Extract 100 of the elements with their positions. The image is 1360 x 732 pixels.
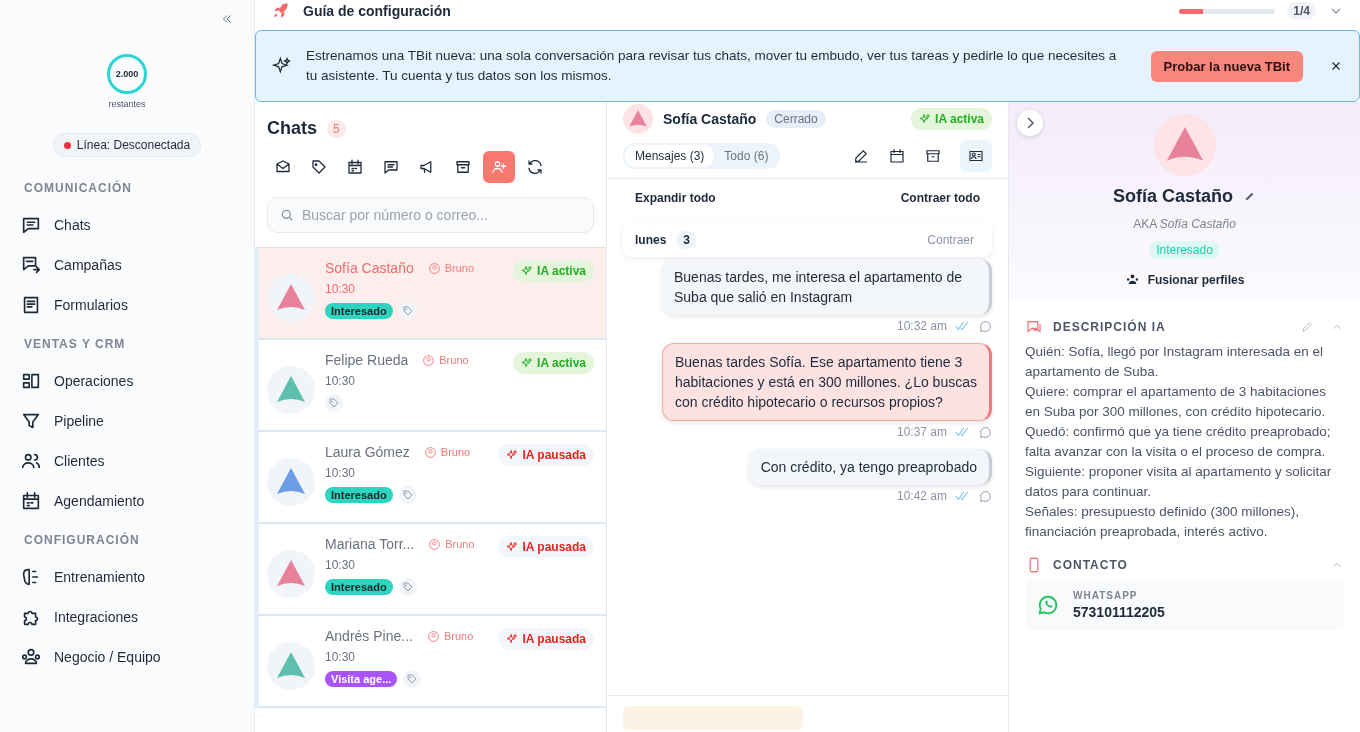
message-time: 10:42 am: [896, 489, 947, 503]
contact-name: Sofía Castaño: [325, 260, 414, 276]
contact-name: Sofía Castaño: [663, 111, 757, 127]
phone-number: 573101112205: [1073, 604, 1165, 620]
day-label: lunes: [635, 233, 667, 247]
profile-name: Sofía Castaño: [1113, 186, 1233, 207]
chat-time: 10:30: [325, 558, 357, 572]
ai-status-badge: IA activa: [513, 352, 594, 374]
avatar-icon: [267, 642, 315, 690]
description-text: Quedó: confirmó que ya tiene crédito preaprobado; falta avanzar con la visita o el proceso de compra.: [1025, 423, 1332, 461]
chat-arrow-icon: [20, 254, 42, 276]
status-tag: Visita age...: [325, 671, 398, 687]
double-check-icon: [955, 491, 971, 501]
description-text: Quiere: comprar el apartamento de 3 habitaciones en Suba por 300 millones, con crédito hipotecario.: [1025, 383, 1327, 421]
search-field[interactable]: Buscar por número o correo...: [267, 197, 594, 233]
avatar-icon: [1153, 114, 1216, 176]
contact-name: Laura Gómez: [325, 444, 410, 460]
calendar-icon[interactable]: [888, 147, 906, 165]
calendar-icon: [20, 490, 42, 512]
team-icon: [1124, 272, 1140, 287]
contact-name: Andrés Pine...: [325, 628, 413, 644]
chats-title: Chats: [267, 118, 317, 139]
setup-guide-title[interactable]: Guía de configuración: [303, 3, 451, 19]
message-bubble: Con crédito, ya tengo preaprobado: [748, 449, 992, 485]
chat-icon: [1025, 318, 1043, 336]
section-title: DESCRIPCIÓN IA: [1053, 320, 1166, 334]
status-tag: Interesado: [1149, 241, 1220, 259]
ai-status-badge: IA activa: [911, 108, 992, 130]
contact-card-icon[interactable]: [960, 140, 992, 172]
nav-item[interactable]: Agendamiento: [20, 481, 254, 521]
chat-time: 10:30: [325, 374, 357, 388]
message-time: 10:37 am: [896, 425, 947, 439]
status-tag: Interesado: [325, 487, 393, 503]
nav-item[interactable]: Operaciones: [20, 361, 254, 401]
nav-item[interactable]: Clientes: [20, 441, 254, 481]
status-badge: Cerrado: [766, 110, 826, 128]
collapse-all-button[interactable]: Contraer todo: [900, 191, 980, 205]
edit-icon[interactable]: [852, 147, 870, 165]
pencil-icon[interactable]: [1243, 190, 1256, 203]
chat-icon: [382, 158, 400, 176]
chat-time: 10:30: [325, 466, 357, 480]
tab[interactable]: Mensajes (3): [625, 145, 715, 167]
day-count: 3: [676, 231, 698, 249]
archive-icon[interactable]: [924, 147, 942, 165]
user-plus-icon: [490, 158, 508, 176]
try-button[interactable]: Probar la nueva TBit: [1150, 50, 1303, 82]
chat-time: 10:30: [325, 650, 357, 664]
agent-label: Bruno: [444, 262, 475, 274]
contact-name: Felipe Rueda: [325, 352, 409, 368]
message-bubble: Buenas tardes Sofía. Ese apartamento tiene 3 habitaciones y está en 300 millones. ¿Lo buscas con crédito hipotecario o recursos propios?: [662, 343, 992, 421]
section-title: VENTAS Y CRM: [24, 337, 127, 351]
collapse-icon[interactable]: [220, 12, 234, 26]
calendar-icon: [346, 158, 364, 176]
avatar-icon: [267, 550, 315, 598]
double-check-icon: [955, 427, 971, 437]
ai-status-badge: IA pausada: [498, 536, 594, 558]
nav-item[interactable]: Chats: [20, 205, 254, 245]
avatar-icon: [267, 458, 315, 506]
section-title: CONTACTO: [1053, 558, 1128, 572]
archive-icon: [454, 158, 472, 176]
progress-count: 1/4: [1287, 2, 1316, 20]
banner-text: Estrenamos una TBit nueva: una sola conversación para revisar tus chats, mover tu embudo, ver tus tareas y pedirle lo que necesites a tu asistente. Tu cuenta y tus datos son los mismos.: [306, 47, 1118, 85]
description-text: Siguiente: proponer visita al apartamento y solicitar datos para continuar.: [1025, 463, 1333, 501]
avatar-icon: [623, 104, 653, 134]
expand-all-button[interactable]: Expandir todo: [635, 191, 716, 205]
avatar-icon: [267, 366, 315, 414]
chat-time: 10:30: [325, 282, 357, 296]
sparkles-icon: [272, 56, 292, 76]
nav-item[interactable]: Pipeline: [20, 401, 254, 441]
refresh-icon: [526, 158, 544, 176]
tag-icon[interactable]: [398, 486, 417, 504]
avatar-icon: [267, 274, 315, 322]
ai-status-badge: IA pausada: [498, 628, 594, 650]
agent-label: Bruno: [445, 538, 475, 550]
nav-item[interactable]: Campañas: [20, 245, 254, 285]
chevron-right-icon[interactable]: [1017, 110, 1043, 136]
status-tag: Interesado: [325, 579, 393, 595]
ai-status-badge: IA activa: [513, 260, 594, 282]
alias-text: AKA Sofía Castaño: [1133, 217, 1236, 231]
merge-profiles-button[interactable]: Fusionar perfiles: [1118, 271, 1251, 288]
status-tag: Interesado: [325, 303, 393, 319]
agent-label: Bruno: [439, 354, 469, 366]
nav-item[interactable]: Entrenamiento: [20, 557, 254, 597]
agent-label: Bruno: [443, 630, 474, 642]
section-title: CONFIGURACIÓN: [24, 533, 141, 547]
credits-ring: 2.000: [107, 54, 147, 94]
nav-item[interactable]: Integraciones: [20, 597, 254, 637]
tag-icon[interactable]: [325, 394, 343, 412]
nav-item[interactable]: Negocio / Equipo: [20, 637, 254, 677]
tag-icon[interactable]: [398, 578, 417, 596]
agent-label: Bruno: [440, 446, 471, 458]
section-title: COMUNICACIÓN: [24, 181, 133, 195]
tag-icon: [310, 158, 328, 176]
tab[interactable]: Todo (6): [714, 145, 779, 167]
line-status-label: Línea: Desconectada: [76, 138, 191, 152]
tag-icon[interactable]: [403, 670, 422, 688]
nav-item[interactable]: Formularios: [20, 285, 254, 325]
ai-status-badge: IA pausada: [498, 444, 594, 466]
channel-label: WHATSAPP: [1073, 590, 1139, 601]
chat-row[interactable]: Sofía Castaño Bruno 10:30 Interesado IA activa: [259, 248, 606, 340]
